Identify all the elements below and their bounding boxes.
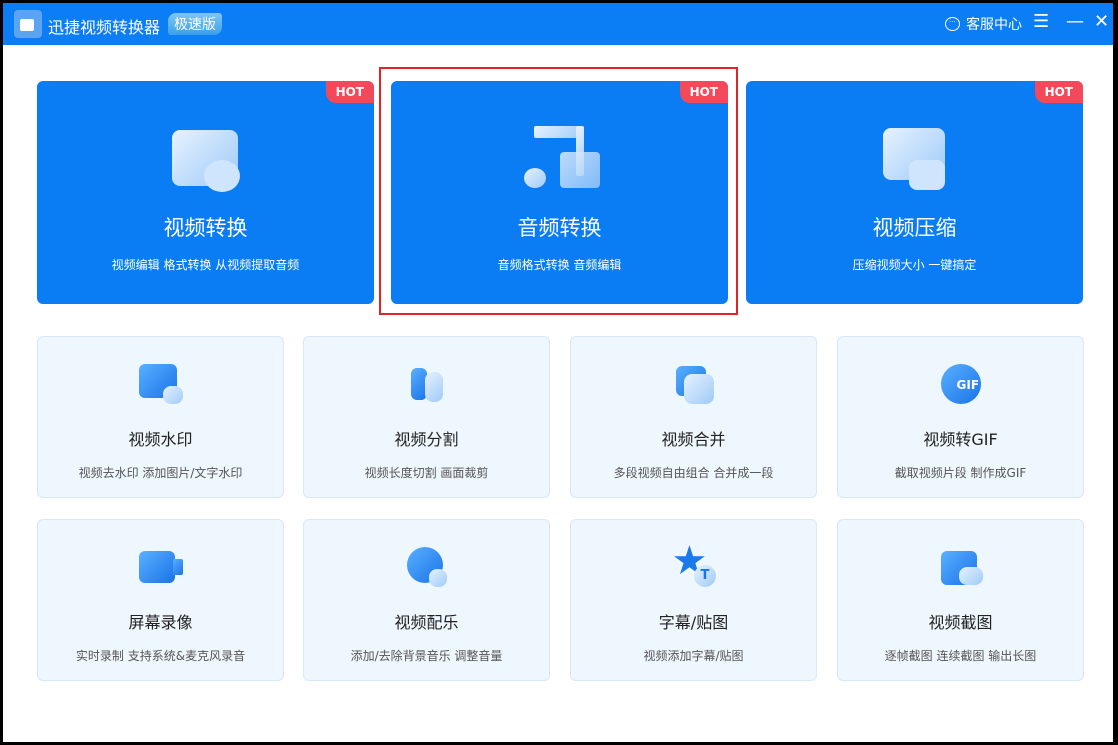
star-sticker-icon: ★T: [672, 547, 716, 587]
tool-title: 视频分割: [304, 426, 549, 450]
tool-card-gif[interactable]: GIF 视频转GIF 截取视频片段 制作成GIF: [837, 336, 1084, 498]
tool-title: 视频水印: [38, 426, 283, 450]
tool-title: 视频转GIF: [838, 426, 1083, 450]
tool-subtitle: 截取视频片段 制作成GIF: [838, 464, 1083, 481]
tool-title: 屏幕录像: [38, 609, 283, 633]
video-compress-icon: [875, 126, 955, 198]
tool-subtitle: 多段视频自由组合 合并成一段: [571, 464, 816, 481]
gif-icon-text: GIF: [957, 378, 980, 392]
feature-subtitle: 压缩视频大小 一键搞定: [746, 256, 1083, 273]
feature-title: 视频转换: [37, 212, 374, 242]
text-icon-label: T: [701, 568, 710, 583]
title-bar: 迅捷视频转换器 极速版 ··· 客服中心 ☰ — ✕: [3, 3, 1113, 45]
screenshot-icon: [939, 547, 983, 587]
feature-card-video-compress[interactable]: HOT 视频压缩 压缩视频大小 一键搞定: [746, 81, 1083, 304]
tool-card-merge[interactable]: 视频合并多段视频自由组合 合并成一段: [570, 336, 817, 498]
hot-badge: HOT: [326, 81, 374, 103]
gif-icon: GIF: [939, 364, 983, 404]
tool-title: 视频配乐: [304, 609, 549, 633]
tool-card-screenshot[interactable]: 视频截图逐帧截图 连续截图 输出长图: [837, 519, 1084, 681]
tool-subtitle: 视频长度切割 画面裁剪: [304, 464, 549, 481]
app-title: 迅捷视频转换器: [48, 14, 160, 38]
watermark-icon: [139, 364, 183, 404]
tool-title: 视频合并: [571, 426, 816, 450]
feature-card-video-convert[interactable]: HOT 视频转换 视频编辑 格式转换 从视频提取音频: [37, 81, 374, 304]
feature-subtitle: 视频编辑 格式转换 从视频提取音频: [37, 256, 374, 273]
screen-record-icon: [139, 547, 183, 587]
split-icon: [405, 364, 449, 404]
edition-badge: 极速版: [168, 13, 222, 35]
minimize-icon[interactable]: —: [1066, 11, 1084, 32]
tool-subtitle: 实时录制 支持系统&麦克风录音: [38, 647, 283, 664]
merge-icon: [672, 364, 716, 404]
tool-subtitle: 视频去水印 添加图片/文字水印: [38, 464, 283, 481]
music-disc-icon: [405, 547, 449, 587]
close-icon[interactable]: ✕: [1094, 11, 1109, 32]
tool-subtitle: 添加/去除背景音乐 调整音量: [304, 647, 549, 664]
selection-highlight: [379, 67, 738, 315]
tool-card-screen-record[interactable]: 屏幕录像实时录制 支持系统&麦克风录音: [37, 519, 284, 681]
customer-service-button[interactable]: ··· 客服中心: [945, 14, 1022, 34]
tool-card-music[interactable]: 视频配乐添加/去除背景音乐 调整音量: [303, 519, 550, 681]
chat-bubble-icon: ···: [945, 17, 960, 31]
tool-subtitle: 逐帧截图 连续截图 输出长图: [838, 647, 1083, 664]
customer-service-label: 客服中心: [966, 14, 1022, 34]
tool-card-split[interactable]: 视频分割视频长度切割 画面裁剪: [303, 336, 550, 498]
app-window: 迅捷视频转换器 极速版 ··· 客服中心 ☰ — ✕ HOT 视频转换 视频编辑…: [3, 3, 1113, 742]
video-convert-icon: [166, 126, 246, 198]
tool-title: 字幕/贴图: [571, 609, 816, 633]
tool-card-subtitle[interactable]: ★T 字幕/贴图视频添加字幕/贴图: [570, 519, 817, 681]
menu-icon[interactable]: ☰: [1033, 11, 1049, 32]
tool-title: 视频截图: [838, 609, 1083, 633]
tool-card-watermark[interactable]: 视频水印视频去水印 添加图片/文字水印: [37, 336, 284, 498]
app-logo-icon: [14, 10, 42, 38]
hot-badge: HOT: [1035, 81, 1083, 103]
feature-title: 视频压缩: [746, 212, 1083, 242]
tool-subtitle: 视频添加字幕/贴图: [571, 647, 816, 664]
